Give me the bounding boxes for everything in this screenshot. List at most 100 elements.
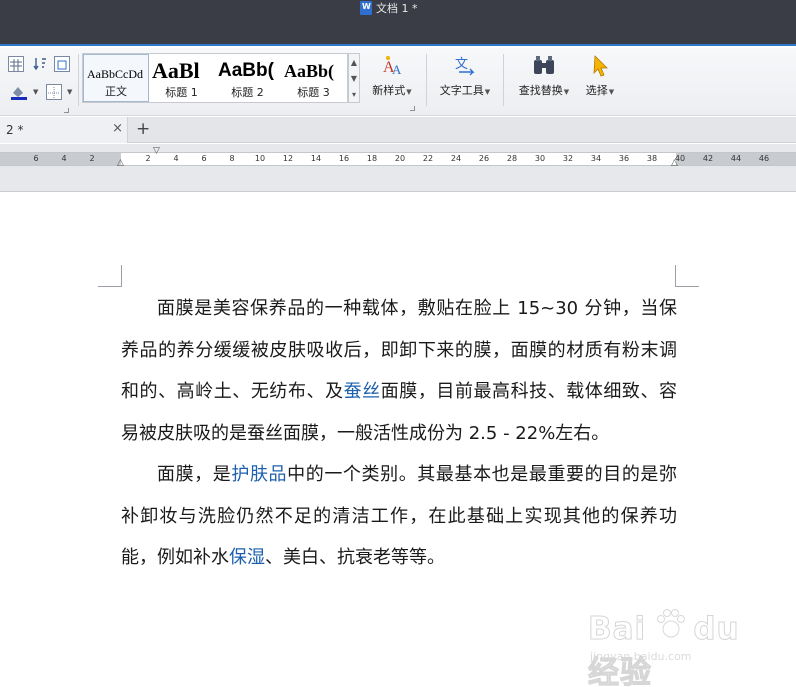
- select-label: 选择: [585, 84, 608, 97]
- ruler-number: 20: [394, 154, 406, 163]
- style-name: 正文: [105, 85, 127, 98]
- borders-icon[interactable]: [46, 84, 62, 100]
- ruler-number: 26: [478, 154, 490, 163]
- ruler-number: 16: [338, 154, 350, 163]
- ruler-number: 2: [145, 154, 151, 163]
- paragraph-tools-group: ▼ ▼: [4, 54, 76, 113]
- ruler-number: 4: [61, 154, 67, 163]
- ruler-number: 28: [506, 154, 518, 163]
- new-style-button[interactable]: AA 新样式▼: [366, 54, 418, 104]
- style-heading-2[interactable]: AaBb( 标题 2: [215, 54, 281, 102]
- find-replace-button[interactable]: 查找替换▼: [512, 54, 576, 104]
- baidu-jingyan-watermark: Bai du 经验 jingyan.baidu.com: [588, 607, 758, 687]
- text-tools-label: 文字工具: [439, 84, 484, 97]
- shading-dropdown-icon[interactable]: ▼: [33, 88, 38, 96]
- top-right-crop-mark: [675, 265, 699, 287]
- watermark-url: jingyan.baidu.com: [590, 650, 692, 663]
- ruler-number: 22: [422, 154, 434, 163]
- dropdown-caret-icon: ▼: [484, 88, 491, 96]
- scroll-up-icon[interactable]: ▲: [351, 58, 357, 67]
- new-tab-button[interactable]: +: [136, 119, 150, 139]
- cursor-arrow-icon: [588, 54, 612, 78]
- dropdown-caret-icon: ▼: [406, 88, 412, 96]
- ruler-number: 30: [534, 154, 546, 163]
- hyperlink-silk[interactable]: 蚕丝: [344, 381, 381, 402]
- gallery-expand-icon[interactable]: ▾: [352, 90, 356, 99]
- table-grid-icon[interactable]: [8, 56, 24, 72]
- window-title-text: 文档 1 *: [376, 2, 418, 15]
- ruler-number: 44: [730, 154, 742, 163]
- paragraph-dialog-launcher-icon[interactable]: [64, 108, 69, 113]
- ribbon-separator: [426, 54, 427, 106]
- svg-text:A: A: [392, 62, 402, 77]
- style-heading-3[interactable]: AaBb( 标题 3: [281, 54, 347, 102]
- new-style-label: 新样式: [372, 84, 406, 97]
- ruler-number: 4: [173, 154, 179, 163]
- ruler-number: 32: [562, 154, 574, 163]
- document-tab-label: 2 *: [6, 123, 24, 137]
- ruler-number: 42: [702, 154, 714, 163]
- document-page[interactable]: 面膜是美容保养品的一种载体，敷贴在脸上 15~30 分钟，当保养品的养分缓缓被皮…: [0, 193, 796, 687]
- ruler-number: 18: [366, 154, 378, 163]
- borders-dropdown-icon[interactable]: ▼: [67, 88, 72, 96]
- ruler-area: 6 4 2 2 4 6 8 10 12 14 16 18 20 22 24 26 28 30 32 34 36 38 40 4…: [0, 144, 796, 192]
- left-indent-marker[interactable]: △: [117, 158, 124, 168]
- style-gallery: AaBbCcDd 正文 AaBl 标题 1 AaBb( 标题 2 AaBb( 标…: [82, 53, 348, 103]
- right-indent-marker[interactable]: △: [671, 158, 678, 168]
- watermark-logo-text: Bai du 经验: [588, 611, 740, 687]
- ruler-number: 2: [89, 154, 95, 163]
- ruler-number: 6: [201, 154, 207, 163]
- top-left-crop-mark: [98, 265, 122, 287]
- sort-icon[interactable]: [32, 56, 48, 72]
- ruler-number: 24: [450, 154, 462, 163]
- style-sample: AaBb(: [218, 60, 274, 81]
- find-replace-label: 查找替换: [518, 84, 563, 97]
- ruler-number: 46: [758, 154, 770, 163]
- ruler-number: 12: [282, 154, 294, 163]
- binoculars-icon: [532, 54, 556, 78]
- ribbon-separator: [78, 54, 79, 106]
- document-tab[interactable]: 2 * ×: [0, 117, 128, 143]
- wps-document-icon: [360, 1, 372, 15]
- ribbon: ▼ ▼ AaBbCcDd 正文 AaBl 标题 1 AaBb( 标题 2 AaB…: [0, 48, 796, 116]
- select-button[interactable]: 选择▼: [580, 54, 620, 104]
- svg-text:文: 文: [455, 57, 468, 72]
- ruler-number: 34: [590, 154, 602, 163]
- paragraph: 面膜，是护肤品中的一个类别。其最基本也是最重要的目的是弥补卸妆与洗脸仍然不足的清…: [121, 454, 677, 579]
- style-gallery-scroll[interactable]: ▲ ▼ ▾: [348, 53, 360, 103]
- scroll-down-icon[interactable]: ▼: [351, 74, 357, 83]
- hyperlink-skincare[interactable]: 护肤品: [231, 464, 287, 485]
- styles-dialog-launcher-icon[interactable]: [410, 106, 415, 111]
- paragraph-text: 面膜，是: [157, 464, 232, 485]
- document-tab-bar: 2 * × +: [0, 117, 796, 143]
- dropdown-caret-icon: ▼: [563, 88, 570, 96]
- style-name: 标题 2: [231, 86, 264, 99]
- style-name: 标题 1: [165, 86, 198, 99]
- show-marks-icon[interactable]: [54, 56, 70, 72]
- document-body[interactable]: 面膜是美容保养品的一种载体，敷贴在脸上 15~30 分钟，当保养品的养分缓缓被皮…: [121, 288, 677, 579]
- paragraph: 面膜是美容保养品的一种载体，敷贴在脸上 15~30 分钟，当保养品的养分缓缓被皮…: [121, 288, 677, 454]
- ruler-number: 10: [254, 154, 266, 163]
- style-normal[interactable]: AaBbCcDd 正文: [83, 54, 149, 102]
- shading-fill-icon[interactable]: [10, 84, 27, 100]
- hyperlink-moisturizing[interactable]: 保湿: [229, 547, 265, 568]
- style-name: 标题 3: [297, 86, 330, 99]
- ruler-number: 14: [310, 154, 322, 163]
- ribbon-separator: [503, 54, 504, 106]
- text-tools-icon: 文: [453, 54, 477, 78]
- ruler-number: 6: [33, 154, 39, 163]
- dropdown-caret-icon: ▼: [608, 88, 615, 96]
- title-bar: 文档 1 *: [0, 0, 796, 46]
- style-sample: AaBl: [152, 58, 200, 83]
- paragraph-text: 、美白、抗衰老等等。: [265, 547, 445, 568]
- style-sample: AaBb(: [284, 61, 335, 81]
- close-tab-icon[interactable]: ×: [112, 121, 123, 136]
- window-title: 文档 1 *: [360, 0, 418, 16]
- first-line-indent-marker[interactable]: ▽: [153, 146, 160, 156]
- ruler-number: 8: [229, 154, 235, 163]
- ruler-number: 36: [618, 154, 630, 163]
- style-sample: AaBbCcDd: [87, 67, 143, 81]
- text-tools-button[interactable]: 文 文字工具▼: [434, 54, 496, 104]
- ruler-number: 38: [646, 154, 658, 163]
- style-heading-1[interactable]: AaBl 标题 1: [149, 54, 215, 102]
